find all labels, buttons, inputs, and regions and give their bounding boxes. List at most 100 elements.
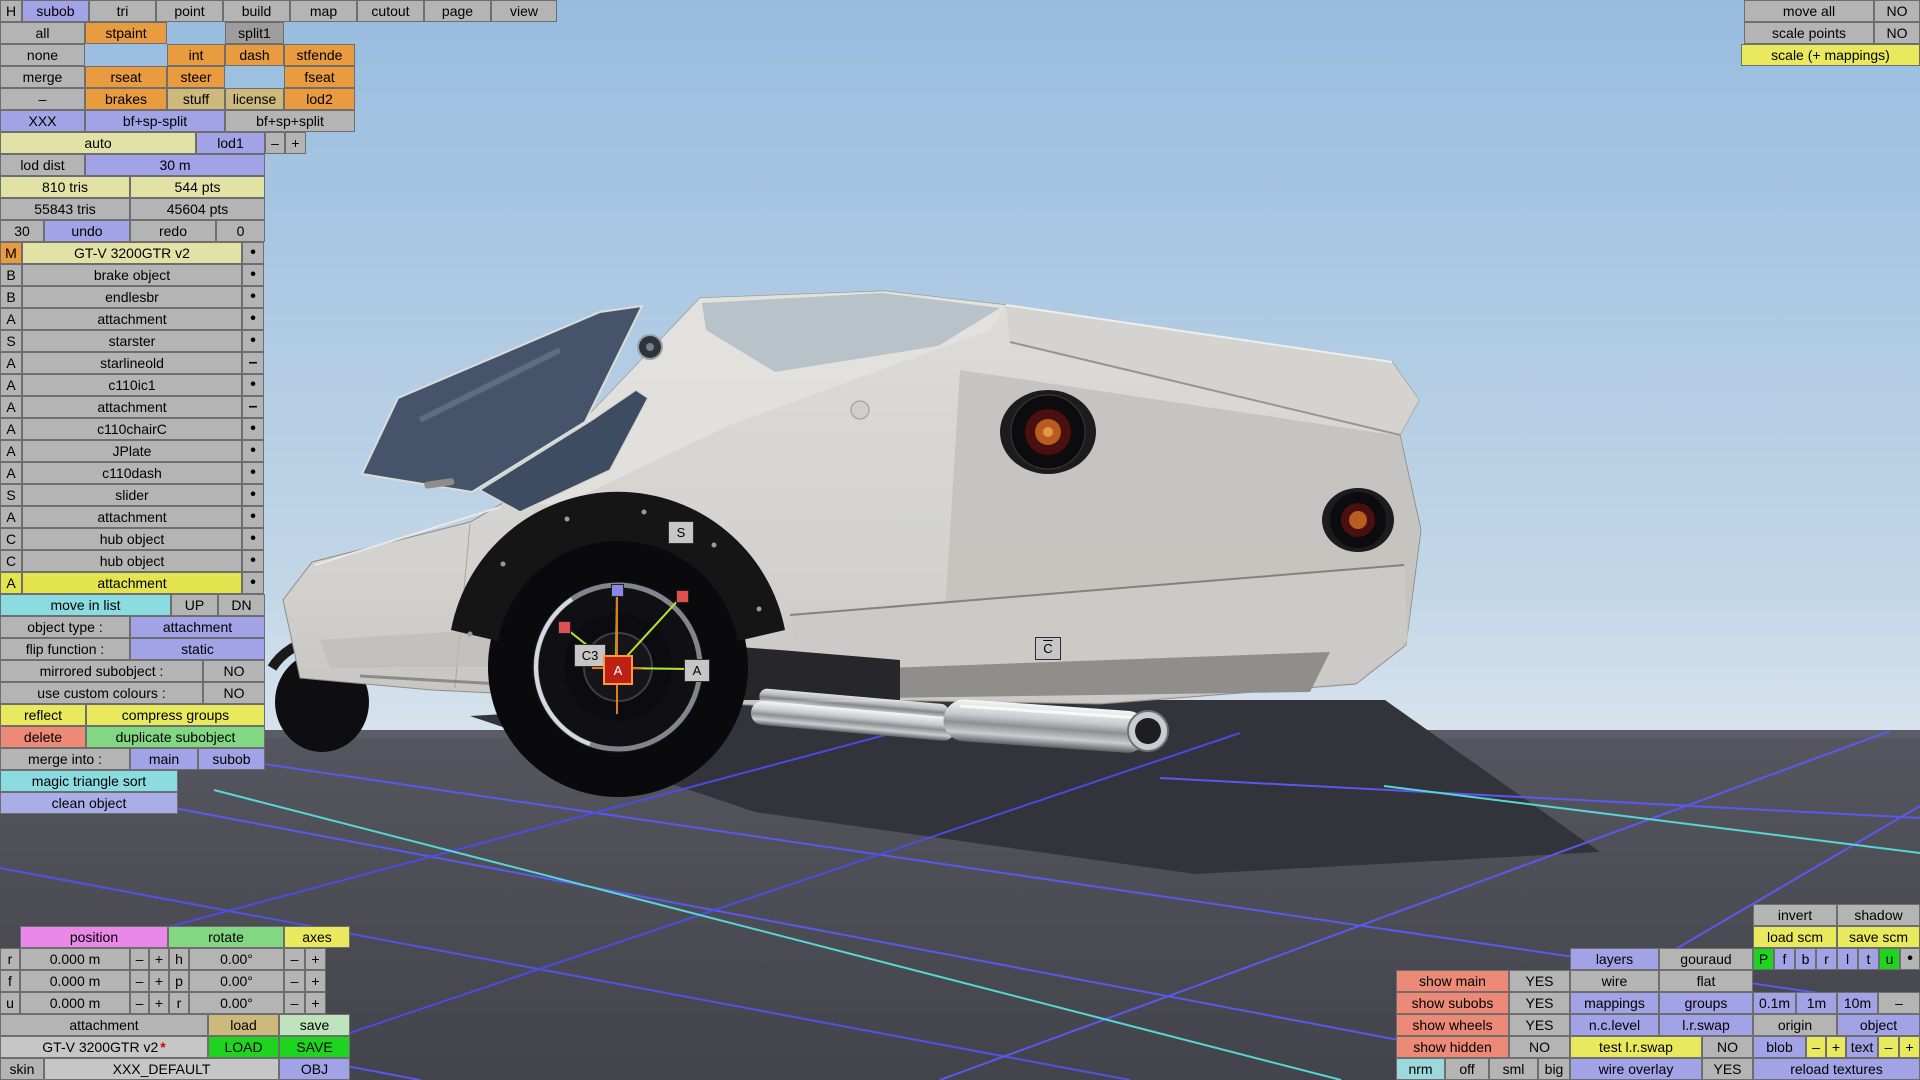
tab-axes[interactable]: axes (284, 926, 350, 948)
layer-dot-toggle[interactable]: • (1900, 948, 1920, 970)
load-small-button[interactable]: load (208, 1014, 279, 1036)
scale-mappings-button[interactable]: scale (+ mappings) (1741, 44, 1920, 66)
merge-into-main-button[interactable]: main (130, 748, 198, 770)
rotate-r-plus[interactable]: + (305, 992, 326, 1014)
show-subobs-toggle[interactable]: YES (1509, 992, 1570, 1014)
list-8-name[interactable]: c110chairC (22, 418, 242, 440)
list-5-letter[interactable]: A (0, 352, 22, 374)
clean-object-button[interactable]: clean object (0, 792, 178, 814)
duplicate-subobject-button[interactable]: duplicate subobject (86, 726, 265, 748)
list-14-flag[interactable]: • (242, 550, 264, 572)
layer-t-toggle[interactable]: t (1858, 948, 1879, 970)
position-u-value[interactable]: 0.000 m (20, 992, 130, 1014)
blob-label[interactable]: blob (1753, 1036, 1806, 1058)
load-scm-button[interactable]: load scm (1753, 926, 1837, 948)
marker-c[interactable]: C (1035, 637, 1061, 660)
rotate-r-minus[interactable]: – (284, 992, 305, 1014)
wire-overlay-button[interactable]: wire overlay (1570, 1058, 1702, 1080)
show-subobs-label[interactable]: show subobs (1396, 992, 1509, 1014)
btn-brakes[interactable]: brakes (85, 88, 167, 110)
marker-s[interactable]: S (668, 521, 694, 544)
menu-h[interactable]: H (0, 0, 22, 22)
list-7-name[interactable]: attachment (22, 396, 242, 418)
btn-stfende[interactable]: stfende (284, 44, 355, 66)
show-main-label[interactable]: show main (1396, 970, 1509, 992)
flat-button[interactable]: flat (1659, 970, 1753, 992)
menu-cutout[interactable]: cutout (357, 0, 424, 22)
list-13-flag[interactable]: • (242, 528, 264, 550)
save-scm-button[interactable]: save scm (1837, 926, 1920, 948)
grid-none-button[interactable]: – (1878, 992, 1920, 1014)
list-13-letter[interactable]: C (0, 528, 22, 550)
list-6-name[interactable]: c110ic1 (22, 374, 242, 396)
blob-minus-button[interactable]: – (1806, 1036, 1826, 1058)
list-14-name[interactable]: hub object (22, 550, 242, 572)
nrm-big-button[interactable]: big (1538, 1058, 1570, 1080)
shadow-button[interactable]: shadow (1837, 904, 1920, 926)
flip-function-value[interactable]: static (130, 638, 265, 660)
test-lr-swap-toggle[interactable]: NO (1702, 1036, 1753, 1058)
list-14-letter[interactable]: C (0, 550, 22, 572)
list-15-letter[interactable]: A (0, 572, 22, 594)
move-down-button[interactable]: DN (218, 594, 265, 616)
btn-rseat[interactable]: rseat (85, 66, 167, 88)
position-r-minus[interactable]: – (130, 948, 149, 970)
list-4-flag[interactable]: • (242, 330, 264, 352)
groups-button[interactable]: groups (1659, 992, 1753, 1014)
layer-u-toggle[interactable]: u (1879, 948, 1900, 970)
list-3-name[interactable]: attachment (22, 308, 242, 330)
btn-lod2[interactable]: lod2 (284, 88, 355, 110)
list-2-letter[interactable]: B (0, 286, 22, 308)
menu-point[interactable]: point (156, 0, 223, 22)
control-point-red-1[interactable] (558, 621, 571, 634)
text-label[interactable]: text (1846, 1036, 1878, 1058)
object-button[interactable]: object (1837, 1014, 1920, 1036)
list-0-letter[interactable]: M (0, 242, 22, 264)
custom-colours-toggle[interactable]: NO (203, 682, 265, 704)
obj-export-button[interactable]: OBJ (279, 1058, 350, 1080)
position-f-value[interactable]: 0.000 m (20, 970, 130, 992)
list-8-flag[interactable]: • (242, 418, 264, 440)
list-1-flag[interactable]: • (242, 264, 264, 286)
menu-subob[interactable]: subob (22, 0, 89, 22)
list-12-flag[interactable]: • (242, 506, 264, 528)
redo-button[interactable]: redo (130, 220, 216, 242)
btn-license[interactable]: license (225, 88, 284, 110)
wire-overlay-toggle[interactable]: YES (1702, 1058, 1753, 1080)
list-11-name[interactable]: slider (22, 484, 242, 506)
btn-bf-sp-minus-split[interactable]: bf+sp-split (85, 110, 225, 132)
marker-a[interactable]: A (684, 659, 710, 682)
viewport-3d[interactable] (0, 0, 1920, 1080)
list-11-letter[interactable]: S (0, 484, 22, 506)
btn-merge[interactable]: merge (0, 66, 85, 88)
test-lr-swap-button[interactable]: test l.r.swap (1570, 1036, 1702, 1058)
list-6-letter[interactable]: A (0, 374, 22, 396)
layer-f-toggle[interactable]: f (1774, 948, 1795, 970)
grid-01m-button[interactable]: 0.1m (1753, 992, 1796, 1014)
position-f-minus[interactable]: – (130, 970, 149, 992)
btn-int[interactable]: int (167, 44, 225, 66)
list-10-name[interactable]: c110dash (22, 462, 242, 484)
scale-points-toggle[interactable]: NO (1874, 22, 1920, 44)
list-12-name[interactable]: attachment (22, 506, 242, 528)
btn-lod1[interactable]: lod1 (196, 132, 265, 154)
menu-build[interactable]: build (223, 0, 290, 22)
rotate-h-plus[interactable]: + (305, 948, 326, 970)
btn-none[interactable]: none (0, 44, 85, 66)
btn-all[interactable]: all (0, 22, 85, 44)
list-0-name[interactable]: GT-V 3200GTR v2 (22, 242, 242, 264)
lr-swap-button[interactable]: l.r.swap (1659, 1014, 1753, 1036)
mirrored-subobject-toggle[interactable]: NO (203, 660, 265, 682)
btn-xxx[interactable]: XXX (0, 110, 85, 132)
marker-a-selected[interactable]: A (603, 655, 633, 685)
btn-dash-group[interactable]: – (0, 88, 85, 110)
skin-value[interactable]: XXX_DEFAULT (44, 1058, 279, 1080)
lod-plus-button[interactable]: + (285, 132, 306, 154)
list-1-letter[interactable]: B (0, 264, 22, 286)
list-9-flag[interactable]: • (242, 440, 264, 462)
btn-fseat[interactable]: fseat (284, 66, 355, 88)
lod-dist-value[interactable]: 30 m (85, 154, 265, 176)
layer-p-toggle[interactable]: P (1753, 948, 1774, 970)
delete-button[interactable]: delete (0, 726, 86, 748)
list-3-letter[interactable]: A (0, 308, 22, 330)
